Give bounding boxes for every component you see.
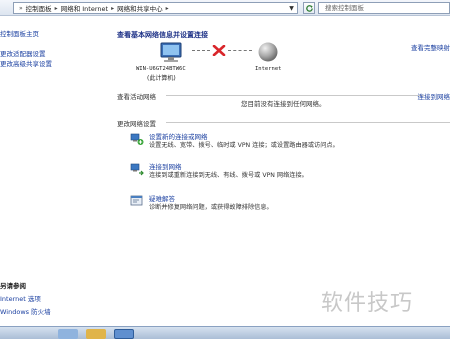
windows-firewall-link[interactable]: Windows 防火墙 [0,306,51,316]
disconnected-x-icon [212,45,226,56]
refresh-button[interactable] [303,2,315,14]
taskbar [0,326,450,339]
connection-line [192,50,210,51]
chevron-down-icon[interactable]: ▼ [287,4,296,13]
watermark: 软件技巧 [321,291,414,316]
computer-name: WIN-U6GT24BTW6C [136,66,186,72]
no-connection-text: 您目前没有连接到任何网络。 [241,100,326,108]
divider [166,122,450,123]
page-title: 查看基本网络信息并设置连接 [117,31,208,39]
connection-line [228,50,252,51]
left-pane: 控制面板主页 更改适配器设置 更改高级共享设置 另请参阅 Internet 选项… [0,16,100,326]
computer-icon [160,42,182,62]
view-full-map-link[interactable]: 查看完整映射 [411,42,450,52]
task-description: 诊断并修复网络问题，或获得故障排除信息。 [149,204,273,211]
see-also-heading: 另请参阅 [0,282,26,290]
breadcrumb-network-sharing-center[interactable]: 网络和共享中心 [117,3,163,13]
search-input[interactable]: 搜索控制面板 [318,2,450,14]
troubleshoot-icon [130,195,143,206]
breadcrumb-separator-icon[interactable]: ▸ [55,5,58,12]
breadcrumb[interactable]: » 控制面板 ▸ 网络和 Internet ▸ 网络和共享中心 ▸ ▼ [13,2,298,14]
breadcrumb-control-panel[interactable]: 控制面板 [26,3,52,13]
change-advanced-sharing-link[interactable]: 更改高级共享设置 [0,58,52,68]
task-description: 设置无线、宽带、拨号、临时或 VPN 连接；或设置路由器或访问点。 [149,142,339,149]
connect-network-icon [130,163,144,176]
breadcrumb-separator-icon[interactable]: ▸ [111,5,114,12]
internet-options-link[interactable]: Internet 选项 [0,293,41,303]
address-bar: » 控制面板 ▸ 网络和 Internet ▸ 网络和共享中心 ▸ ▼ 搜索控制… [0,0,450,16]
computer-subtitle: (此计算机) [147,75,176,82]
change-settings-heading: 更改网络设置 [117,120,156,128]
breadcrumb-chevron-icon[interactable]: » [19,5,23,12]
connect-or-disconnect-link[interactable]: 连接到网络 [418,91,450,101]
active-networks-heading: 查看活动网络 [117,93,156,101]
globe-icon [258,42,278,62]
divider [166,95,424,96]
refresh-icon [306,5,313,12]
control-panel-home-link[interactable]: 控制面板主页 [0,28,39,38]
breadcrumb-separator-icon[interactable]: ▸ [166,5,169,12]
change-adapter-settings-link[interactable]: 更改适配器设置 [0,48,46,58]
internet-label: Internet [255,66,282,72]
taskbar-folder-button[interactable] [86,329,106,339]
breadcrumb-network-internet[interactable]: 网络和 Internet [61,3,108,13]
main-content: 查看基本网络信息并设置连接 查看完整映射 WIN-U6GT24BTW6C (此计… [100,16,450,326]
taskbar-active-window-button[interactable] [114,329,134,339]
task-description: 连接到或重新连接到无线、有线、拨号或 VPN 网络连接。 [149,172,308,179]
taskbar-ie-button[interactable] [58,329,78,339]
network-setup-icon [130,133,144,145]
